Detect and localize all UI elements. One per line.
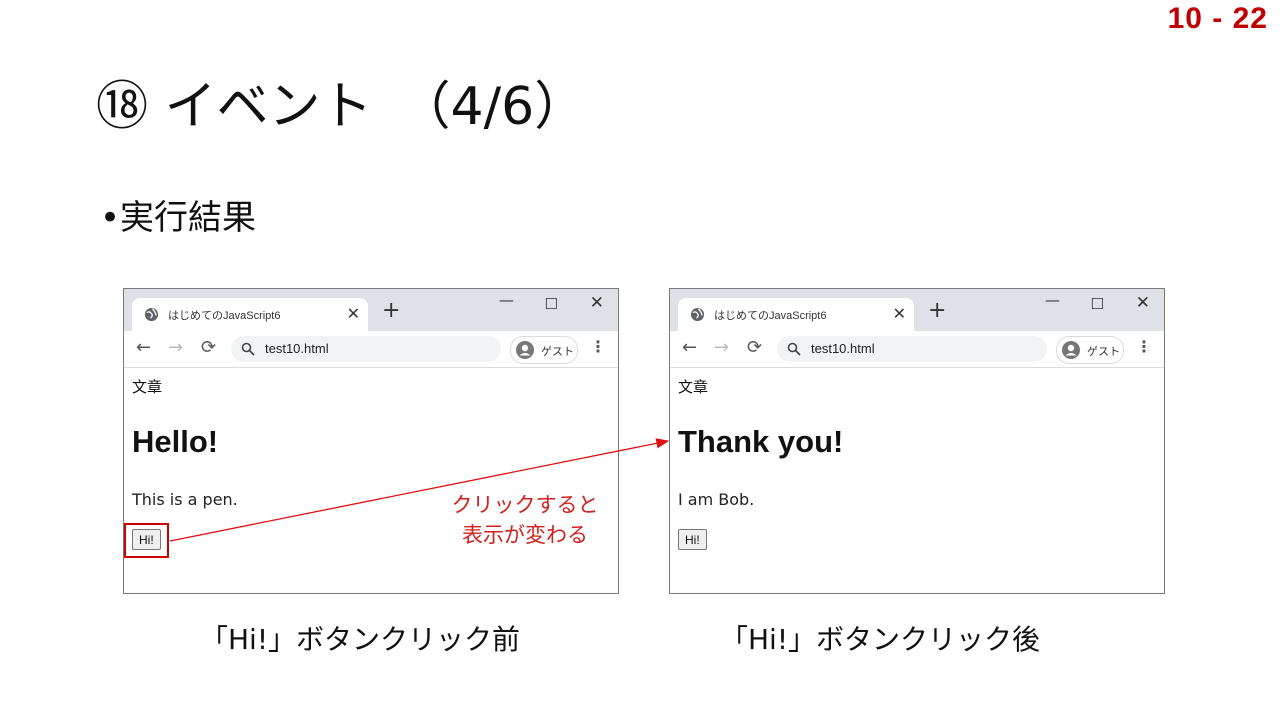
caption-after: 「Hi!」ボタンクリック後 bbox=[720, 623, 1041, 656]
maximize-icon[interactable]: ☐ bbox=[545, 295, 558, 313]
window-close-icon[interactable]: ✕ bbox=[1136, 293, 1150, 313]
reload-icon[interactable]: ⟳ bbox=[201, 338, 216, 358]
profile-button[interactable]: ゲスト bbox=[510, 336, 578, 364]
bullet-item: •実行結果 bbox=[100, 190, 256, 239]
page-paragraph: I am Bob. bbox=[678, 490, 755, 509]
tab-bar: はじめてのJavaScript6 ✕ + — ☐ ✕ bbox=[124, 289, 618, 331]
annotation-line-2: 表示が変わる bbox=[462, 523, 588, 547]
tab-close-icon[interactable]: ✕ bbox=[347, 305, 360, 323]
tab-bar: はじめてのJavaScript6 ✕ + — ☐ ✕ bbox=[670, 289, 1164, 331]
document-title: 文章 bbox=[132, 378, 163, 396]
profile-button[interactable]: ゲスト bbox=[1056, 336, 1124, 364]
hi-button[interactable]: Hi! bbox=[678, 529, 707, 550]
page-content: 文章 Thank you! I am Bob. Hi! bbox=[670, 368, 1164, 592]
page-content: 文章 Hello! This is a pen. Hi! bbox=[124, 368, 618, 592]
url-text: test10.html bbox=[811, 341, 875, 356]
document-title: 文章 bbox=[678, 378, 709, 396]
kebab-menu-icon[interactable]: ⋮ bbox=[1136, 337, 1152, 357]
address-bar[interactable]: test10.html bbox=[231, 336, 501, 362]
new-tab-icon[interactable]: + bbox=[928, 300, 946, 322]
forward-arrow-icon[interactable]: → bbox=[168, 338, 183, 358]
bullet-text: 実行結果 bbox=[120, 198, 256, 238]
reload-icon[interactable]: ⟳ bbox=[747, 338, 762, 358]
search-icon bbox=[787, 342, 801, 356]
page-number: 10 - 22 bbox=[1167, 2, 1268, 35]
globe-icon bbox=[690, 307, 705, 322]
kebab-menu-icon[interactable]: ⋮ bbox=[590, 337, 606, 357]
slide-title: ⑱ イベント （4/6） bbox=[96, 77, 587, 137]
maximize-icon[interactable]: ☐ bbox=[1091, 295, 1104, 313]
page-heading: Thank you! bbox=[678, 424, 844, 459]
caption-before: 「Hi!」ボタンクリック前 bbox=[200, 623, 521, 656]
url-text: test10.html bbox=[265, 341, 329, 356]
profile-label: ゲスト bbox=[1087, 345, 1120, 358]
page-paragraph: This is a pen. bbox=[132, 490, 238, 509]
back-arrow-icon[interactable]: ← bbox=[136, 338, 151, 358]
avatar-icon bbox=[1062, 341, 1080, 359]
address-bar[interactable]: test10.html bbox=[777, 336, 1047, 362]
page-heading: Hello! bbox=[132, 424, 219, 459]
browser-toolbar: ← → ⟳ test10.html ゲスト ⋮ bbox=[670, 331, 1164, 368]
profile-label: ゲスト bbox=[541, 345, 574, 358]
minimize-icon[interactable]: — bbox=[1045, 291, 1060, 309]
minimize-icon[interactable]: — bbox=[499, 291, 514, 309]
annotation-text: クリックすると 表示が変わる bbox=[430, 490, 620, 550]
new-tab-icon[interactable]: + bbox=[382, 300, 400, 322]
browser-window-after: はじめてのJavaScript6 ✕ + — ☐ ✕ ← → ⟳ test10.… bbox=[669, 288, 1165, 594]
button-highlight-box bbox=[124, 523, 169, 558]
search-icon bbox=[241, 342, 255, 356]
browser-toolbar: ← → ⟳ test10.html ゲスト ⋮ bbox=[124, 331, 618, 368]
globe-icon bbox=[144, 307, 159, 322]
browser-tab[interactable]: はじめてのJavaScript6 ✕ bbox=[678, 298, 914, 331]
back-arrow-icon[interactable]: ← bbox=[682, 338, 697, 358]
browser-tab[interactable]: はじめてのJavaScript6 ✕ bbox=[132, 298, 368, 331]
window-close-icon[interactable]: ✕ bbox=[590, 293, 604, 313]
bullet-dot-icon: • bbox=[100, 198, 121, 238]
tab-close-icon[interactable]: ✕ bbox=[893, 305, 906, 323]
forward-arrow-icon[interactable]: → bbox=[714, 338, 729, 358]
annotation-line-1: クリックすると bbox=[451, 493, 599, 517]
avatar-icon bbox=[516, 341, 534, 359]
tab-title: はじめてのJavaScript6 bbox=[168, 310, 281, 322]
tab-title: はじめてのJavaScript6 bbox=[714, 310, 827, 322]
